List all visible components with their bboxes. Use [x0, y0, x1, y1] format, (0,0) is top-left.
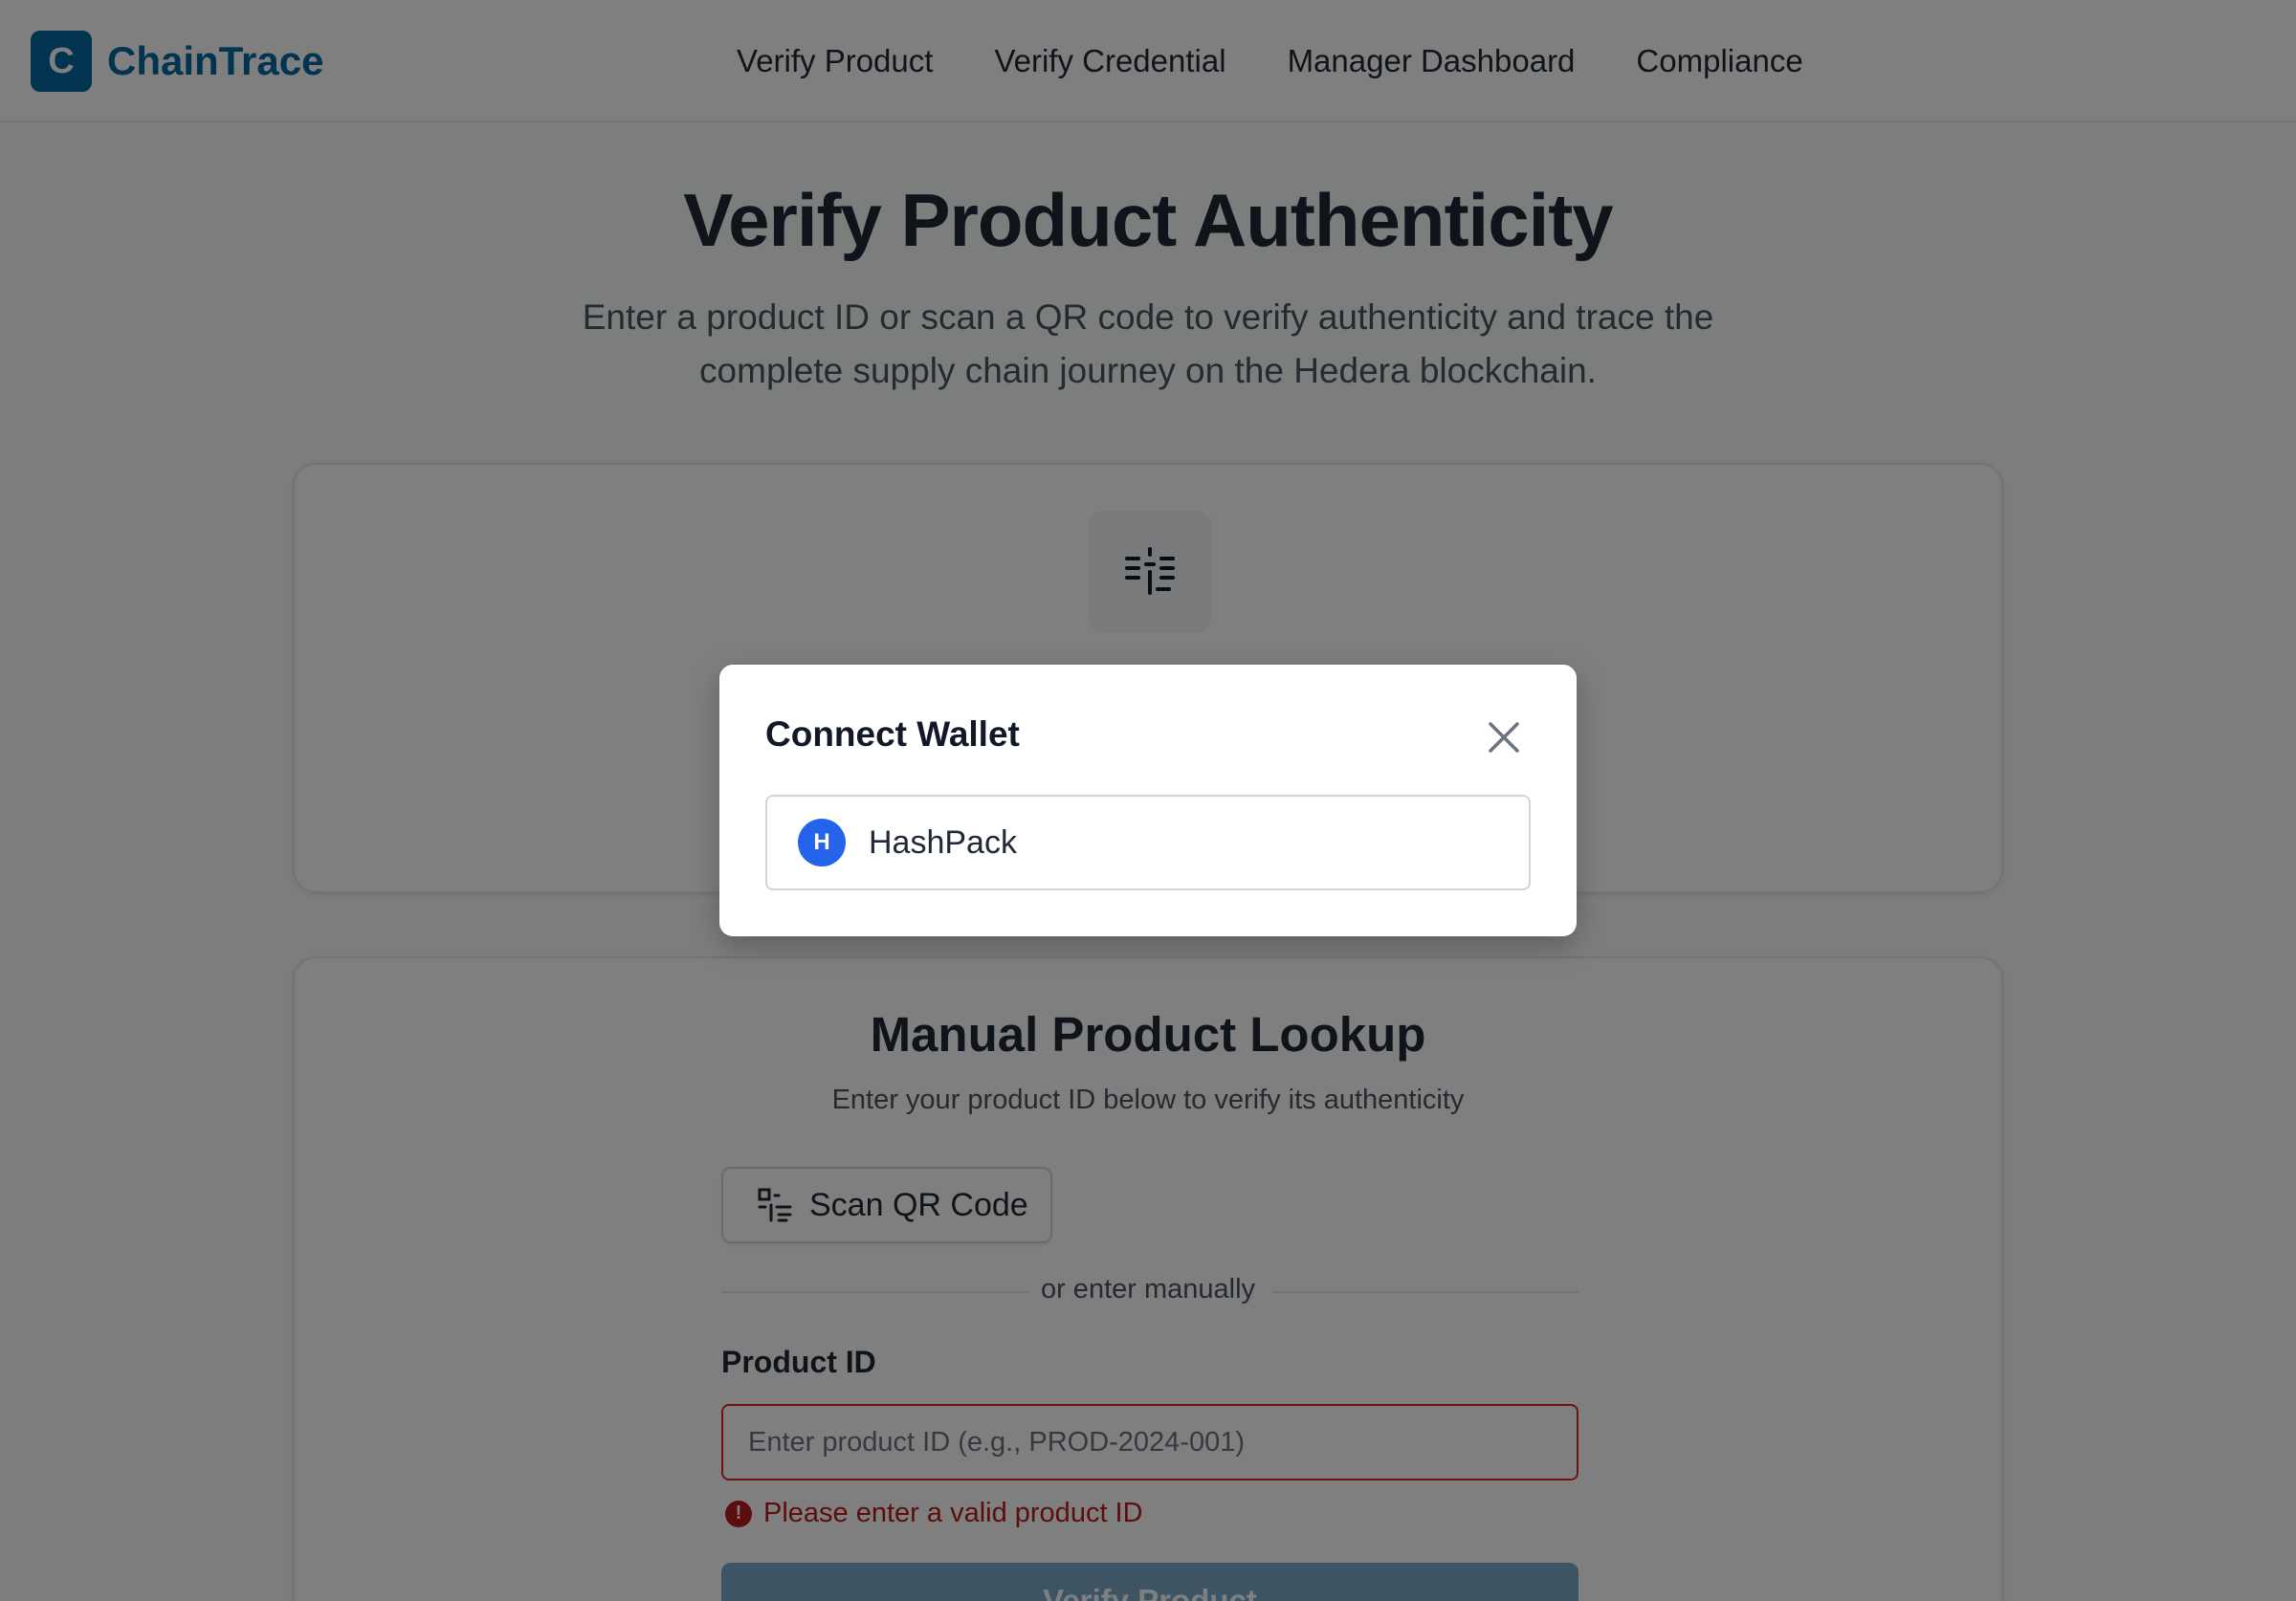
modal-title: Connect Wallet: [765, 714, 1020, 754]
page: C ChainTrace Verify Product Verify Crede…: [0, 0, 2296, 1601]
wallet-option-hashpack[interactable]: H HashPack: [765, 795, 1531, 890]
close-icon[interactable]: [1485, 718, 1523, 757]
wallet-name: HashPack: [869, 823, 1017, 861]
hashpack-icon: H: [798, 819, 846, 866]
connect-wallet-modal: Connect Wallet H HashPack: [719, 665, 1577, 936]
